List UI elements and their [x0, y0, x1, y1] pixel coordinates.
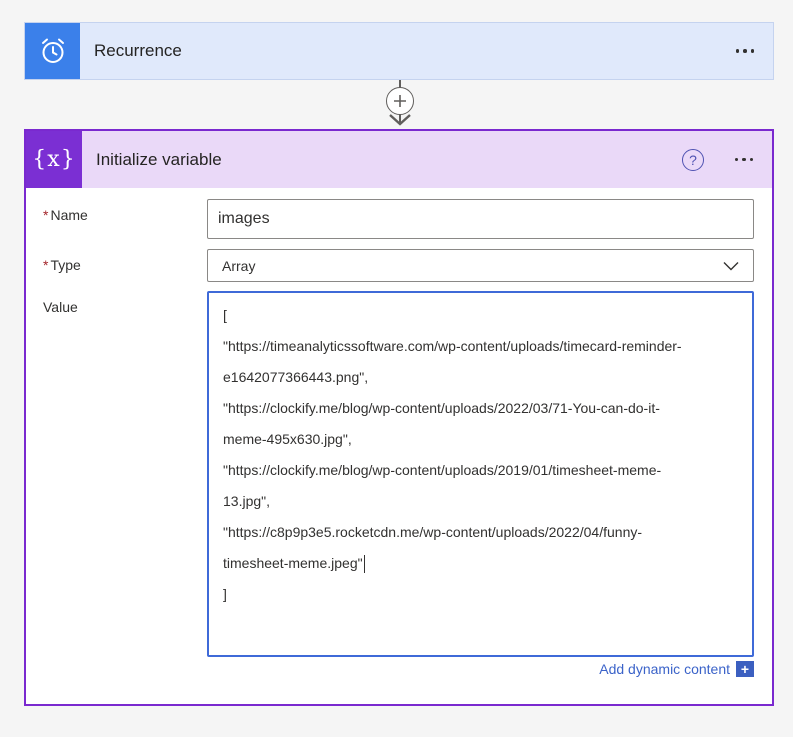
value-line: e1642077366443.png", — [223, 369, 369, 385]
type-dropdown[interactable]: Array — [207, 249, 754, 282]
type-label: * Type — [43, 257, 81, 273]
insert-step-button[interactable] — [386, 87, 414, 115]
help-glyph: ? — [689, 151, 697, 168]
recurrence-card[interactable]: Recurrence — [24, 22, 774, 80]
required-asterisk: * — [43, 207, 49, 223]
required-asterisk: * — [43, 257, 49, 273]
add-dynamic-content-button[interactable]: Add dynamic content + — [599, 661, 754, 677]
variable-more-options-button[interactable] — [724, 144, 764, 176]
text-caret — [363, 555, 365, 574]
value-line: "https://clockify.me/blog/wp-content/upl… — [223, 462, 662, 478]
variable-icon: {x} — [26, 131, 82, 188]
more-dots-icon — [734, 157, 739, 162]
type-selected-value: Array — [222, 257, 256, 274]
more-dot — [749, 157, 754, 162]
name-label: * Name — [43, 207, 88, 223]
value-line: "https://clockify.me/blog/wp-content/upl… — [223, 400, 660, 416]
alarm-clock-icon — [25, 23, 80, 79]
flow-designer-canvas: Recurrence {x} Initialize variable ? * N… — [0, 0, 793, 737]
arrow-down-icon — [389, 114, 411, 126]
value-line: 13.jpg", — [223, 493, 271, 509]
plus-icon — [394, 95, 406, 107]
chevron-down-icon — [723, 261, 739, 270]
value-line-with-caret: timesheet-meme.jpeg" — [223, 548, 752, 579]
more-dot — [750, 49, 755, 53]
value-line: [ — [223, 307, 227, 323]
add-dynamic-content-label: Add dynamic content — [599, 661, 730, 677]
value-textarea[interactable]: [ "https://timeanalyticssoftware.com/wp-… — [207, 291, 754, 657]
help-icon[interactable]: ? — [682, 148, 704, 171]
value-line: meme-495x630.jpg", — [223, 431, 352, 447]
value-line-text: timesheet-meme.jpeg" — [223, 555, 363, 571]
name-input[interactable] — [207, 199, 754, 239]
more-dot — [742, 157, 746, 162]
initialize-variable-title: Initialize variable — [96, 149, 222, 169]
more-dot — [743, 49, 747, 53]
recurrence-more-options-button[interactable] — [725, 35, 765, 67]
plus-box-icon: + — [736, 661, 754, 677]
value-label: Value — [43, 299, 78, 315]
value-line: "https://c8p9p3e5.rocketcdn.me/wp-conten… — [223, 524, 643, 540]
more-dots-icon — [735, 49, 740, 53]
recurrence-title: Recurrence — [94, 41, 182, 60]
type-label-text: Type — [50, 257, 81, 273]
variable-icon-symbol: {x} — [32, 147, 76, 172]
initialize-variable-card: {x} Initialize variable ? *Name *Type Ar… — [24, 129, 774, 706]
name-label-text: Name — [50, 207, 88, 223]
value-line: "https://timeanalyticssoftware.com/wp-co… — [223, 338, 682, 354]
value-line: ] — [223, 586, 227, 602]
initialize-variable-header[interactable]: {x} Initialize variable ? — [26, 131, 772, 188]
